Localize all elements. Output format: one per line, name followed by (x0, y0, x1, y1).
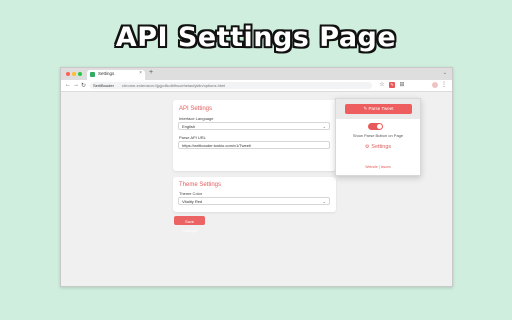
show-button-toggle[interactable] (368, 123, 383, 130)
tab-bar: Settings × + ⌄ (61, 68, 452, 80)
theme-color-label: Theme Color (179, 191, 203, 196)
tab-settings[interactable]: Settings × (87, 70, 145, 80)
theme-color-select[interactable]: Vitality Red ⌄ (178, 197, 330, 205)
settings-label: Settings (371, 144, 392, 150)
forward-icon[interactable]: → (73, 82, 79, 88)
settings-link[interactable]: ⚙ Settings (336, 144, 420, 150)
new-tab-button[interactable]: + (149, 69, 153, 76)
browser-menu-icon[interactable]: ⋮ (441, 82, 447, 88)
chevron-down-icon: ⌄ (322, 199, 326, 204)
theme-settings-title: Theme Settings (179, 182, 222, 188)
reload-icon[interactable]: ↻ (81, 82, 86, 89)
browser-toolbar: ← → ↻ SeriiBouder chrome-extension://jpj… (61, 80, 452, 92)
close-tab-icon[interactable]: × (139, 70, 142, 76)
close-window-dot[interactable] (66, 72, 70, 76)
parse-tweet-button[interactable]: ✎ Parse Tweet (345, 104, 412, 114)
banner-title: API Settings Page (115, 22, 397, 53)
api-settings-title: API Settings (179, 106, 213, 112)
toggle-label: Show Parse Button on Page (352, 133, 404, 138)
chevron-down-icon: ⌄ (322, 124, 326, 129)
api-settings-card: API Settings Interface Language English … (173, 100, 336, 171)
browser-window: Settings × + ⌄ ← → ↻ SeriiBouder chrome-… (60, 67, 453, 287)
popup-footer-links[interactable]: Website | Issues (336, 165, 420, 169)
tab-search-chevron-icon[interactable]: ⌄ (443, 70, 447, 76)
maximize-window-dot[interactable] (78, 72, 82, 76)
theme-color-value: Vitality Red (182, 199, 203, 204)
gear-icon: ⚙ (364, 144, 370, 150)
extensions-puzzle-icon[interactable]: ⊞ (399, 82, 405, 88)
minimize-window-dot[interactable] (72, 72, 76, 76)
profile-avatar-icon[interactable] (432, 82, 438, 88)
toggle-knob (377, 124, 382, 129)
url-text[interactable]: chrome-extension://jpjpdikolbfhsoehelauf… (122, 83, 225, 88)
parse-tweet-label: Parse Tweet (368, 106, 394, 111)
language-select[interactable]: English ⌄ (178, 122, 330, 130)
api-url-label: Parse API URL (179, 135, 206, 140)
api-url-input[interactable]: https://writbouder.tonkio.com/v1/Tweet/ (178, 141, 330, 149)
extension-icon[interactable]: ✎ (389, 82, 395, 88)
api-url-value: https://writbouder.tonkio.com/v1/Tweet/ (182, 143, 252, 148)
extension-favicon-icon (90, 72, 95, 77)
extension-popup: ✎ Parse Tweet Show Parse Button on Page … (335, 98, 421, 176)
tab-label: Settings (98, 71, 115, 76)
save-settings-button[interactable]: Save Settings (174, 216, 205, 233)
popup-body: Show Parse Button on Page ⚙ Settings Webs… (336, 119, 420, 175)
address-bar[interactable]: SeriiBouder chrome-extension://jpjpdikol… (90, 82, 372, 89)
popup-header: ✎ Parse Tweet (336, 99, 420, 119)
site-chip[interactable]: SeriiBouder (93, 83, 114, 88)
language-select-value: English (182, 124, 196, 129)
theme-settings-card: Theme Settings Theme Color Vitality Red … (173, 177, 336, 212)
bookmark-star-icon[interactable]: ☆ (379, 82, 385, 88)
language-label: Interface Language (179, 116, 214, 121)
back-icon[interactable]: ← (65, 82, 71, 88)
